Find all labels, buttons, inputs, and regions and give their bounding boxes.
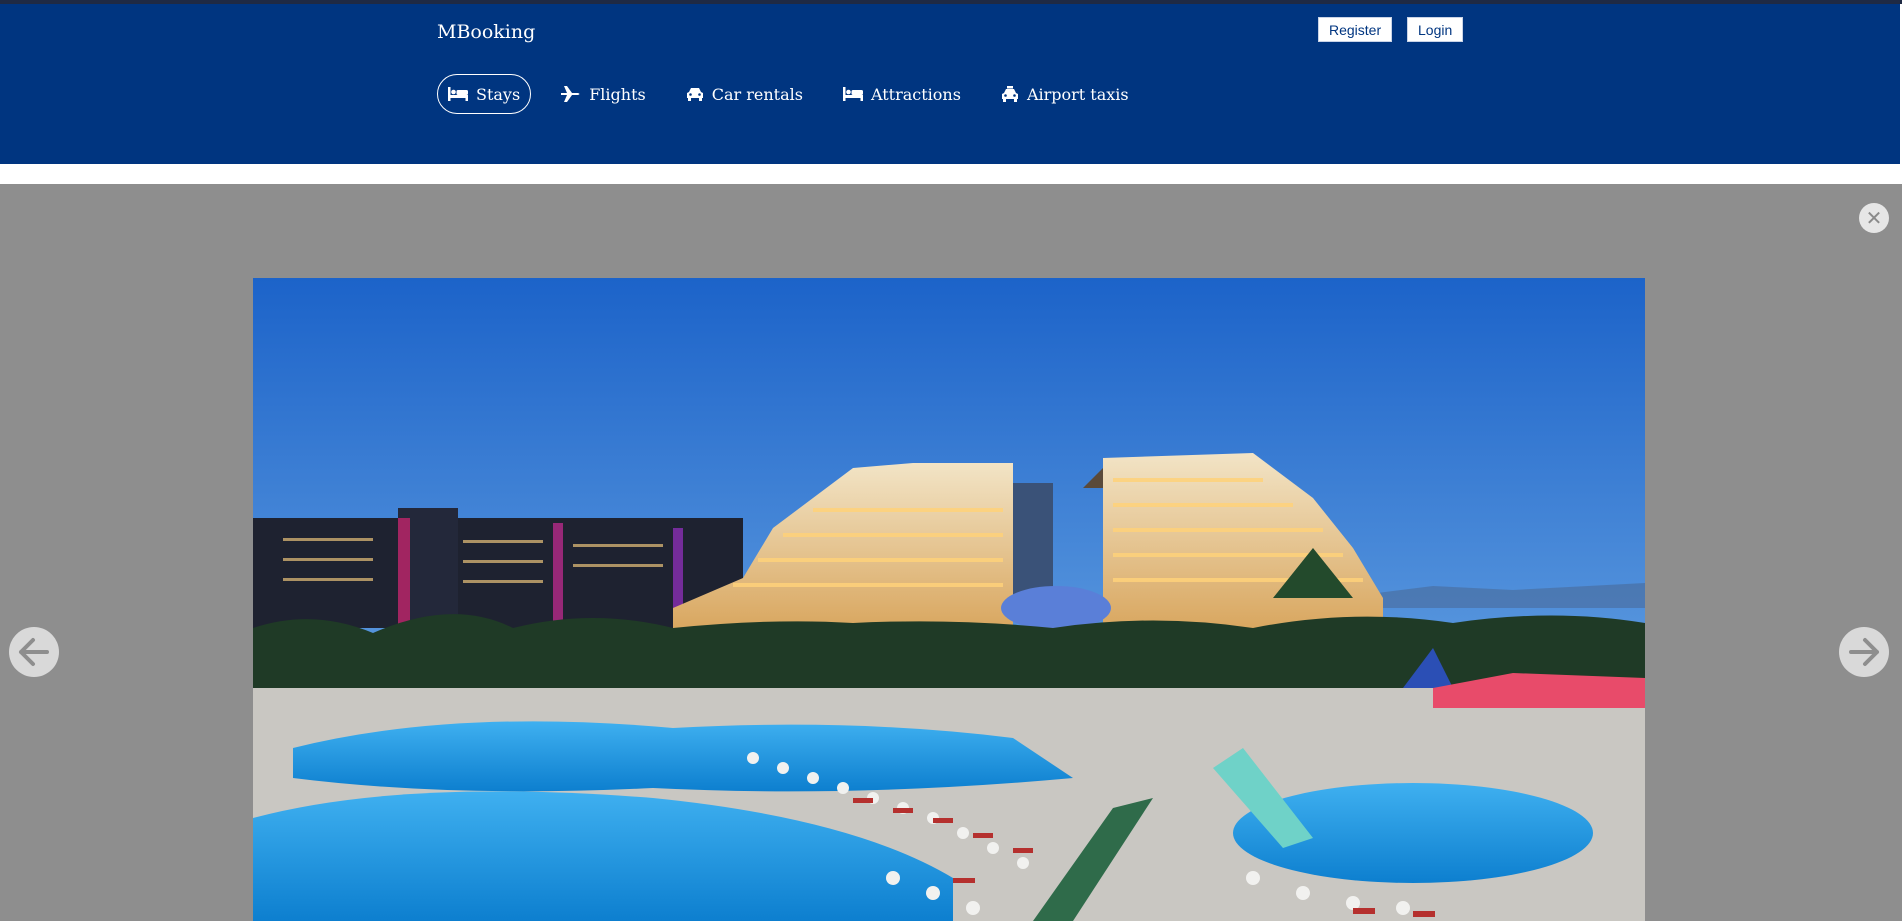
close-icon[interactable]: ✕ [1859,203,1889,233]
nav-item-flights[interactable]: Flights [551,75,656,113]
main-nav: Stays Flights Car rentals Attractions Ai… [437,74,1159,114]
bed-icon [448,87,468,101]
bed-icon [842,87,863,101]
nav-label-flights: Flights [589,84,646,104]
taxi-icon [1001,86,1018,102]
site-header: MBooking Register Login Stays Flights Ca… [0,4,1900,164]
nav-label-stays: Stays [476,84,521,104]
hotel-resort-pool-night-photo [253,278,1645,921]
nav-item-airport-taxis[interactable]: Airport taxis [991,75,1139,113]
airplane-icon [561,86,580,102]
nav-item-attractions[interactable]: Attractions [833,75,971,113]
login-button[interactable]: Login [1407,17,1464,42]
site-logo[interactable]: MBooking [437,21,535,43]
nav-item-car-rentals[interactable]: Car rentals [676,75,813,113]
nav-item-stays[interactable]: Stays [437,74,532,114]
car-icon [686,88,703,101]
register-button[interactable]: Register [1318,17,1393,42]
arrow-right-icon[interactable] [1839,627,1889,677]
nav-label-attractions: Attractions [870,84,961,104]
arrow-left-icon[interactable] [9,627,59,677]
header-spacer [0,164,1902,184]
nav-label-airport-taxis: Airport taxis [1026,84,1129,104]
nav-label-car-rentals: Car rentals [711,84,803,104]
